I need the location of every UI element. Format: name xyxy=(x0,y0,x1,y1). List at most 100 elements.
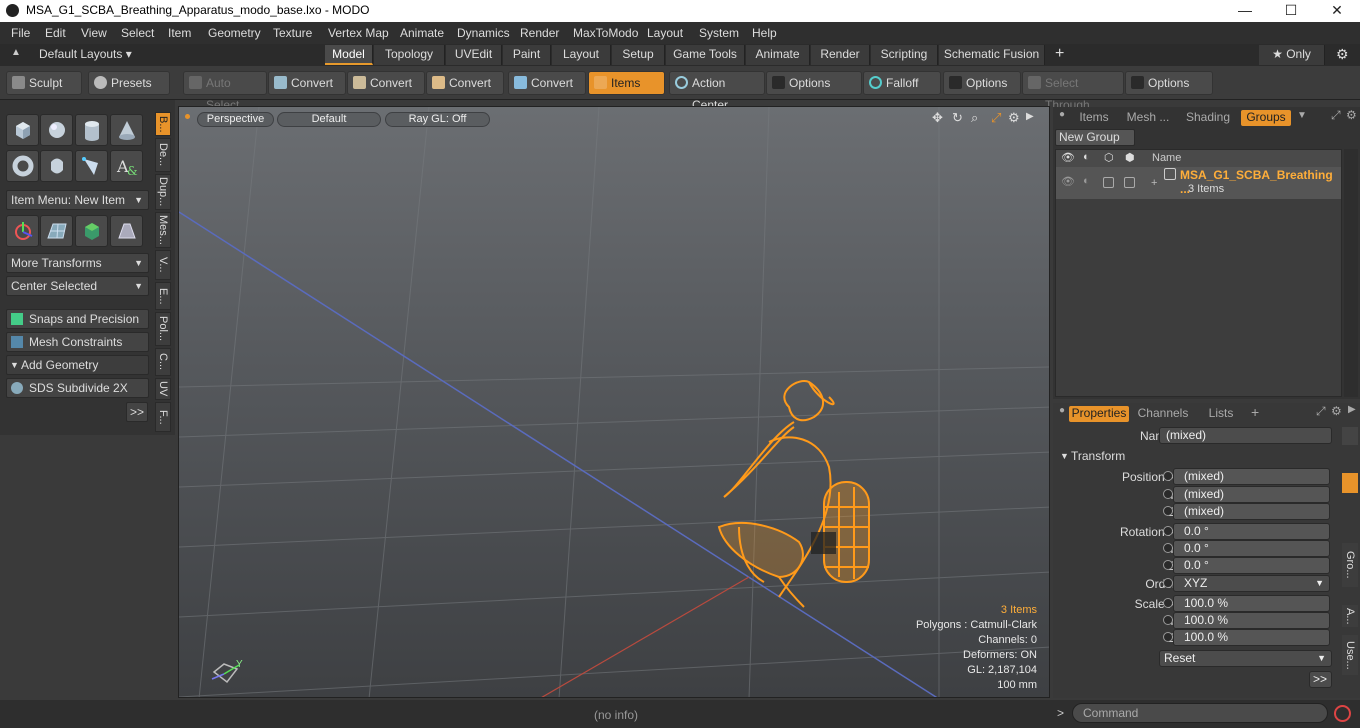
more-button[interactable]: >> xyxy=(1309,671,1332,688)
menu-help[interactable]: Help xyxy=(752,26,777,40)
render-column-icon[interactable]: ◐ xyxy=(1083,151,1090,163)
tab-uvedit[interactable]: UVEdit xyxy=(446,45,502,65)
items-mode-button[interactable]: Items xyxy=(588,71,665,95)
convert-materials-button[interactable]: Convert xyxy=(508,71,586,95)
menu-animate[interactable]: Animate xyxy=(400,26,444,40)
tab-lists[interactable]: Lists xyxy=(1203,406,1239,422)
new-group-button[interactable]: New Group xyxy=(1055,129,1135,146)
text-tool-icon[interactable]: A & xyxy=(110,150,143,182)
torus-primitive-icon[interactable] xyxy=(6,150,39,182)
menu-item[interactable]: Item xyxy=(168,26,191,40)
command-input[interactable]: Command xyxy=(1072,703,1328,723)
panel-expand-icon[interactable]: ⤢ xyxy=(1316,404,1326,419)
tab-scripting[interactable]: Scripting xyxy=(871,45,938,65)
lock-checkbox[interactable] xyxy=(1103,177,1114,188)
transform-gizmo-icon[interactable] xyxy=(6,215,39,247)
cone-primitive-icon[interactable] xyxy=(110,114,143,146)
transform-section[interactable]: ▼ Transform xyxy=(1057,448,1337,466)
select-checkbox[interactable] xyxy=(1124,177,1135,188)
falloff-button[interactable]: Falloff xyxy=(863,71,941,95)
pen-tool-icon[interactable] xyxy=(75,150,108,182)
side-tab-user[interactable]: Use... xyxy=(1342,635,1358,675)
vtab-fusion[interactable]: F... xyxy=(155,402,171,432)
vtab-polygon[interactable]: Pol... xyxy=(155,312,171,346)
zoom-view-icon[interactable]: ⌕ xyxy=(971,110,978,126)
uv-cube-icon[interactable] xyxy=(75,215,108,247)
reset-dropdown[interactable]: Reset ▼ xyxy=(1159,650,1332,667)
tab-topology[interactable]: Topology xyxy=(374,45,445,65)
capsule-primitive-icon[interactable] xyxy=(40,150,73,182)
menu-dynamics[interactable]: Dynamics xyxy=(457,26,510,40)
rotation-y-field[interactable]: 0.0 ° xyxy=(1173,540,1330,557)
menu-system[interactable]: System xyxy=(699,26,739,40)
auto-select-button[interactable]: Auto Select xyxy=(183,71,267,112)
tab-paint[interactable]: Paint xyxy=(503,45,551,65)
tab-shading[interactable]: Shading xyxy=(1181,110,1235,126)
center-selected-dropdown[interactable]: Center Selected ▼ xyxy=(6,276,149,296)
snaps-and-precision-button[interactable]: Snaps and Precision xyxy=(6,309,149,329)
add-tab-button[interactable]: + xyxy=(1055,45,1064,63)
tab-game-tools[interactable]: Game Tools xyxy=(666,45,745,65)
panel-menu-dot-icon[interactable]: ● xyxy=(1059,109,1065,120)
rotation-z-field[interactable]: 0.0 ° xyxy=(1173,557,1330,574)
tab-channels[interactable]: Channels xyxy=(1135,406,1191,422)
vtab-mesh-edit[interactable]: Mes... xyxy=(155,212,171,248)
position-z-keyframe-dot[interactable] xyxy=(1163,506,1173,516)
tab-schematic-fusion[interactable]: Schematic Fusion xyxy=(939,45,1045,65)
close-button[interactable]: ✕ xyxy=(1314,0,1360,22)
scale-y-keyframe-dot[interactable] xyxy=(1163,615,1173,625)
vtab-edge[interactable]: E... xyxy=(155,282,171,310)
side-tab-active[interactable] xyxy=(1342,473,1358,493)
order-dropdown[interactable]: XYZ ▼ xyxy=(1173,575,1330,592)
position-z-field[interactable]: (mixed) xyxy=(1173,503,1330,520)
rotation-x-keyframe-dot[interactable] xyxy=(1163,526,1173,536)
cylinder-primitive-icon[interactable] xyxy=(75,114,108,146)
mesh-constraints-button[interactable]: Mesh Constraints xyxy=(6,332,149,352)
tab-model[interactable]: Model xyxy=(325,45,373,65)
scale-x-field[interactable]: 100.0 % xyxy=(1173,595,1330,612)
select-column-icon[interactable]: ⬢ xyxy=(1125,151,1135,164)
visibility-icon[interactable]: 👁 xyxy=(1061,175,1075,188)
panel-expand-icon[interactable]: ⤢ xyxy=(1331,108,1341,123)
maximize-button[interactable]: ☐ xyxy=(1268,0,1314,22)
viewport-menu-dot-icon[interactable] xyxy=(185,114,190,119)
grid-plane-icon[interactable] xyxy=(40,215,73,247)
rotate-view-icon[interactable]: ↻ xyxy=(952,110,963,126)
scale-x-keyframe-dot[interactable] xyxy=(1163,598,1173,608)
lock-column-icon[interactable]: ⬡ xyxy=(1104,151,1114,164)
rotation-y-keyframe-dot[interactable] xyxy=(1163,543,1173,553)
menu-layout[interactable]: Layout xyxy=(647,26,683,40)
shading-default-dropdown[interactable]: Default xyxy=(277,112,381,127)
cube-primitive-icon[interactable] xyxy=(6,114,39,146)
vtab-curve[interactable]: C... xyxy=(155,348,171,376)
tab-render[interactable]: Render xyxy=(811,45,870,65)
record-icon[interactable] xyxy=(1334,705,1351,722)
menu-maxtomodo[interactable]: MaxToModo xyxy=(573,26,638,40)
panel-menu-dot-icon[interactable]: ● xyxy=(1059,405,1065,416)
select-through-options-button[interactable]: Options xyxy=(1125,71,1213,95)
convert-edges-button[interactable]: Convert xyxy=(347,71,425,95)
visibility-column-icon[interactable]: 👁 xyxy=(1061,151,1075,164)
tab-properties[interactable]: Properties xyxy=(1069,406,1129,422)
action-center-button[interactable]: Action Center xyxy=(669,71,765,112)
panel-settings-icon[interactable]: ⚙ xyxy=(1346,108,1357,122)
position-y-keyframe-dot[interactable] xyxy=(1163,489,1173,499)
vtab-deform[interactable]: De... xyxy=(155,138,171,172)
expand-icon[interactable]: + xyxy=(1151,177,1157,189)
vtab-duplicate[interactable]: Dup... xyxy=(155,174,171,210)
vtab-vertex[interactable]: V... xyxy=(155,250,171,280)
scrollbar[interactable] xyxy=(1344,149,1358,397)
tab-items[interactable]: Items xyxy=(1073,110,1115,126)
scale-z-keyframe-dot[interactable] xyxy=(1163,632,1173,642)
menu-texture[interactable]: Texture xyxy=(273,26,312,40)
vtab-basic[interactable]: B... xyxy=(155,112,171,136)
tab-mesh[interactable]: Mesh ... xyxy=(1123,110,1173,126)
tab-groups[interactable]: Groups xyxy=(1241,110,1291,126)
menu-render[interactable]: Render xyxy=(520,26,559,40)
tab-animate[interactable]: Animate xyxy=(746,45,810,65)
side-menu-icon[interactable] xyxy=(1342,427,1358,445)
perspective-dropdown[interactable]: Perspective xyxy=(197,112,274,127)
action-center-options-button[interactable]: Options xyxy=(766,71,862,95)
tab-layout[interactable]: Layout xyxy=(552,45,611,65)
vtab-uv[interactable]: UV xyxy=(155,378,171,400)
